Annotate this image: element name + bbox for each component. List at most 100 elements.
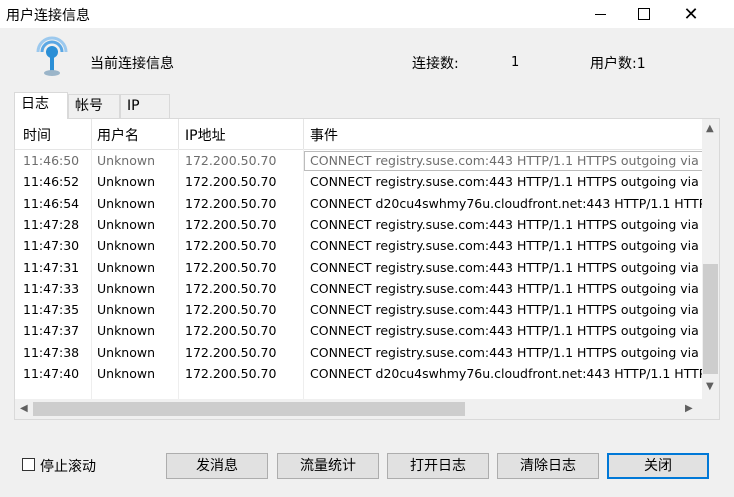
vertical-scroll-thumb[interactable] [703, 264, 718, 374]
ip-cell: 172.200.50.70 [185, 174, 277, 190]
connection-count-value: 1 [511, 55, 520, 70]
horizontal-scrollbar[interactable]: ◀ ▶ [15, 399, 702, 419]
tab-label: 日志 [21, 96, 49, 112]
column-header-time[interactable]: 时间 [23, 125, 51, 145]
time-cell: 11:47:37 [23, 323, 80, 339]
event-cell: CONNECT registry.suse.com:443 HTTP/1.1 H… [310, 238, 702, 254]
table-row[interactable]: 11:47:28 Unknown 172.200.50.70 CONNECT regi… [15, 215, 702, 236]
event-cell: CONNECT registry.suse.com:443 HTTP/1.1 H… [310, 153, 702, 168]
event-cell: CONNECT registry.suse.com:443 HTTP/1.1 H… [310, 216, 702, 232]
stop-scroll-label[interactable]: 停止滚动 [40, 456, 96, 476]
table-row[interactable]: 11:47:33 Unknown 172.200.50.70 CONNECT regi… [15, 279, 702, 300]
time-cell: 11:46:52 [23, 174, 80, 190]
user-cell: Unknown [97, 302, 156, 318]
stop-scroll-checkbox[interactable] [22, 458, 35, 471]
log-table: 时间 用户名 IP地址 事件 11:46:50 Unknown 172.200.50… [15, 119, 702, 399]
minimize-button[interactable] [577, 0, 623, 28]
ip-cell: 172.200.50.70 [185, 238, 277, 254]
scroll-right-icon[interactable]: ▶ [685, 403, 693, 414]
window-title: 用户连接信息 [6, 8, 90, 24]
event-cell: CONNECT registry.suse.com:443 HTTP/1.1 H… [310, 302, 702, 318]
close-button[interactable]: 关闭 [607, 453, 709, 479]
time-cell: 11:47:31 [23, 259, 80, 275]
ip-cell: 172.200.50.70 [185, 153, 277, 168]
user-cell: Unknown [97, 238, 156, 254]
ip-cell: 172.200.50.70 [185, 366, 277, 381]
tab-ip[interactable]: IP [120, 94, 170, 118]
user-cell: Unknown [97, 344, 156, 360]
scroll-up-icon[interactable]: ▲ [706, 123, 714, 134]
ip-cell: 172.200.50.70 [185, 323, 277, 339]
user-cell: Unknown [97, 259, 156, 275]
column-divider[interactable] [91, 119, 92, 149]
event-cell: CONNECT d20cu4swhmy76u.cloudfront.net:44… [310, 366, 702, 381]
user-cell: Unknown [97, 153, 156, 168]
ip-cell: 172.200.50.70 [185, 259, 277, 275]
table-row[interactable]: 11:47:37 Unknown 172.200.50.70 CONNECT regi… [15, 321, 702, 342]
time-cell: 11:47:35 [23, 302, 80, 318]
user-count-value: 1 [636, 56, 646, 72]
close-window-button[interactable]: ✕ [668, 0, 714, 28]
ip-cell: 172.200.50.70 [185, 344, 277, 360]
time-cell: 11:46:54 [23, 195, 80, 211]
table-row[interactable]: 11:46:50 Unknown 172.200.50.70 CONNECT regi… [15, 151, 702, 172]
column-divider[interactable] [178, 119, 179, 149]
time-cell: 11:46:50 [23, 153, 80, 168]
scroll-left-icon[interactable]: ◀ [20, 403, 28, 414]
scroll-down-icon[interactable]: ▼ [706, 381, 714, 392]
user-cell: Unknown [97, 280, 156, 296]
table-row[interactable]: 11:47:30 Unknown 172.200.50.70 CONNECT regi… [15, 236, 702, 257]
time-cell: 11:47:38 [23, 344, 80, 360]
table-header: 时间 用户名 IP地址 事件 [15, 119, 702, 150]
event-cell: CONNECT registry.suse.com:443 HTTP/1.1 H… [310, 344, 702, 360]
table-row[interactable]: 11:47:40 Unknown 172.200.50.70 CONNECT d20c… [15, 364, 702, 385]
user-cell: Unknown [97, 216, 156, 232]
clear-log-button[interactable]: 清除日志 [497, 453, 599, 479]
tab-label: IP [127, 98, 140, 114]
user-cell: Unknown [97, 195, 156, 211]
traffic-stats-button[interactable]: 流量统计 [277, 453, 379, 479]
ip-cell: 172.200.50.70 [185, 195, 277, 211]
radio-broadcast-icon [36, 36, 68, 76]
log-panel: 时间 用户名 IP地址 事件 11:46:50 Unknown 172.200.50… [14, 118, 720, 420]
column-header-user[interactable]: 用户名 [97, 125, 139, 145]
user-count-label: 用户数: [590, 56, 637, 72]
vertical-scrollbar[interactable]: ▲ ▼ [702, 119, 719, 399]
event-cell: CONNECT registry.suse.com:443 HTTP/1.1 H… [310, 174, 702, 190]
column-divider[interactable] [303, 119, 304, 149]
event-cell: CONNECT d20cu4swhmy76u.cloudfront.net:44… [310, 195, 702, 211]
time-cell: 11:47:33 [23, 280, 80, 296]
scrollbar-corner [702, 399, 719, 419]
event-cell: CONNECT registry.suse.com:443 HTTP/1.1 H… [310, 280, 702, 296]
event-cell: CONNECT registry.suse.com:443 HTTP/1.1 H… [310, 259, 702, 275]
column-header-ip[interactable]: IP地址 [185, 125, 226, 145]
table-row[interactable]: 11:46:54 Unknown 172.200.50.70 CONNECT d20c… [15, 194, 702, 215]
close-icon: ✕ [683, 3, 699, 25]
minimize-icon [594, 13, 606, 15]
user-cell: Unknown [97, 366, 156, 381]
tab-label: 帐号 [75, 98, 103, 114]
title-bar: 用户连接信息 ✕ [0, 0, 734, 28]
table-row[interactable]: 11:47:35 Unknown 172.200.50.70 CONNECT regi… [15, 300, 702, 321]
time-cell: 11:47:28 [23, 216, 80, 232]
column-header-event[interactable]: 事件 [310, 125, 338, 145]
tab-account[interactable]: 帐号 [68, 94, 120, 118]
event-cell: CONNECT registry.suse.com:443 HTTP/1.1 H… [310, 323, 702, 339]
send-message-button[interactable]: 发消息 [166, 453, 268, 479]
user-count: 用户数:1 [590, 53, 646, 73]
table-row[interactable]: 11:46:52 Unknown 172.200.50.70 CONNECT regi… [15, 172, 702, 193]
user-cell: Unknown [97, 323, 156, 339]
ip-cell: 172.200.50.70 [185, 280, 277, 296]
connection-count-label: 连接数: [412, 56, 459, 72]
user-cell: Unknown [97, 174, 156, 190]
ip-cell: 172.200.50.70 [185, 302, 277, 318]
time-cell: 11:47:30 [23, 238, 80, 254]
horizontal-scroll-thumb[interactable] [33, 402, 465, 416]
ip-cell: 172.200.50.70 [185, 216, 277, 232]
tab-log[interactable]: 日志 [14, 92, 68, 119]
time-cell: 11:47:40 [23, 366, 80, 381]
table-row[interactable]: 11:47:38 Unknown 172.200.50.70 CONNECT regi… [15, 343, 702, 364]
maximize-button[interactable] [621, 0, 667, 28]
open-log-button[interactable]: 打开日志 [387, 453, 489, 479]
table-row[interactable]: 11:47:31 Unknown 172.200.50.70 CONNECT regi… [15, 258, 702, 279]
